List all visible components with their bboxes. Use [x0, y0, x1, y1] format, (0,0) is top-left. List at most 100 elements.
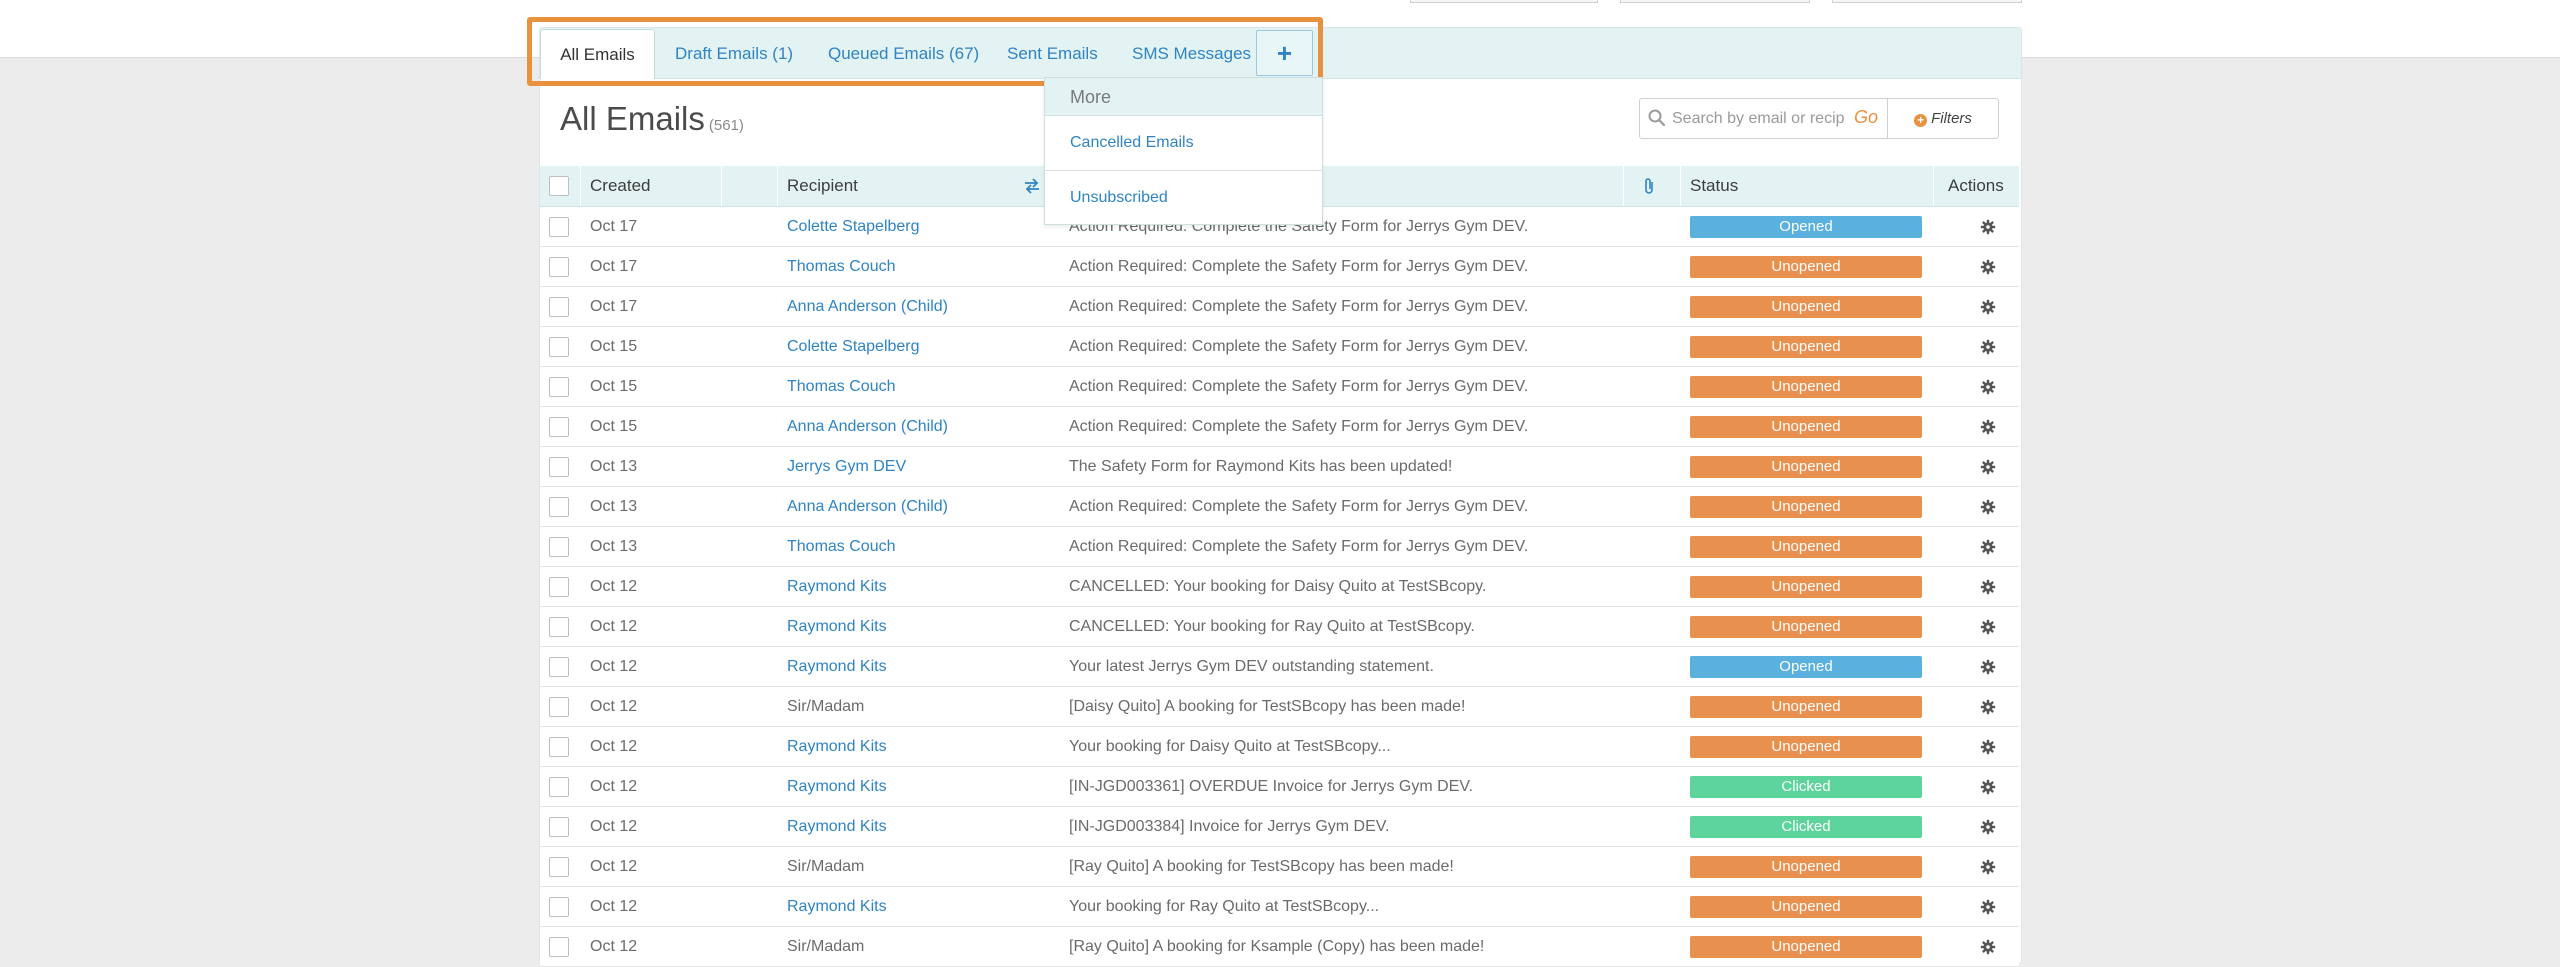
row-checkbox[interactable]	[549, 737, 569, 757]
tab-draft-emails[interactable]: Draft Emails (1)	[675, 29, 793, 76]
row-checkbox[interactable]	[549, 937, 569, 957]
dropdown-header: More	[1045, 78, 1322, 116]
row-recipient[interactable]: Raymond Kits	[787, 767, 887, 807]
table-row[interactable]: Oct 15 Colette Stapelberg Action Required:…	[540, 327, 2019, 367]
row-checkbox[interactable]	[549, 817, 569, 837]
gear-icon[interactable]	[1980, 859, 1996, 875]
row-recipient[interactable]: Jerrys Gym DEV	[787, 447, 906, 487]
row-checkbox[interactable]	[549, 457, 569, 477]
table-row[interactable]: Oct 12 Sir/Madam [Daisy Quito] A booking f…	[540, 687, 2019, 727]
gear-icon[interactable]	[1980, 299, 1996, 315]
row-recipient[interactable]: Raymond Kits	[787, 607, 887, 647]
row-checkbox[interactable]	[549, 257, 569, 277]
row-checkbox[interactable]	[549, 577, 569, 597]
search-input[interactable]	[1672, 107, 1844, 131]
header-actions: Actions	[1948, 176, 2004, 195]
swap-arrows-icon[interactable]	[1023, 177, 1041, 195]
gear-icon[interactable]	[1980, 619, 1996, 635]
table-row[interactable]: Oct 13 Jerrys Gym DEV The Safety Form for …	[540, 447, 2019, 487]
header-recipient[interactable]: Recipient	[787, 166, 858, 206]
table-row[interactable]: Oct 12 Sir/Madam [Ray Quito] A booking for…	[540, 847, 2019, 887]
top-control-2[interactable]	[1620, 0, 1810, 3]
row-recipient[interactable]: Raymond Kits	[787, 727, 887, 767]
row-checkbox[interactable]	[549, 377, 569, 397]
row-recipient[interactable]: Raymond Kits	[787, 647, 887, 687]
gear-icon[interactable]	[1980, 419, 1996, 435]
row-recipient[interactable]: Raymond Kits	[787, 807, 887, 847]
gear-icon[interactable]	[1980, 699, 1996, 715]
select-all-checkbox[interactable]	[549, 176, 569, 196]
gear-icon[interactable]	[1980, 539, 1996, 555]
row-checkbox[interactable]	[549, 617, 569, 637]
row-checkbox[interactable]	[549, 417, 569, 437]
row-checkbox[interactable]	[549, 777, 569, 797]
table-row[interactable]: Oct 13 Thomas Couch Action Required: Compl…	[540, 527, 2019, 567]
row-created-date: Oct 12	[590, 578, 638, 595]
row-recipient[interactable]: Anna Anderson (Child)	[787, 287, 948, 327]
gear-icon[interactable]	[1980, 939, 1996, 955]
row-recipient[interactable]: Anna Anderson (Child)	[787, 407, 948, 447]
gear-icon[interactable]	[1980, 579, 1996, 595]
top-control-3[interactable]	[1832, 0, 2022, 3]
tab-sent-emails[interactable]: Sent Emails	[1007, 29, 1098, 76]
table-row[interactable]: Oct 12 Raymond Kits [IN-JGD003384] Invoice…	[540, 807, 2019, 847]
row-checkbox[interactable]	[549, 537, 569, 557]
table-row[interactable]: Oct 12 Sir/Madam [Ray Quito] A booking for…	[540, 927, 2019, 967]
row-recipient[interactable]: Colette Stapelberg	[787, 207, 920, 247]
gear-icon[interactable]	[1980, 819, 1996, 835]
filters-button[interactable]: + Filters	[1887, 98, 1999, 139]
page-title-text: All Emails	[560, 100, 705, 137]
header-created[interactable]: Created	[590, 166, 650, 206]
table-row[interactable]: Oct 12 Raymond Kits Your booking for Daisy…	[540, 727, 2019, 767]
gear-icon[interactable]	[1980, 739, 1996, 755]
table-row[interactable]: Oct 17 Thomas Couch Action Required: Compl…	[540, 247, 2019, 287]
gear-icon[interactable]	[1980, 219, 1996, 235]
row-checkbox[interactable]	[549, 497, 569, 517]
row-checkbox[interactable]	[549, 337, 569, 357]
gear-icon[interactable]	[1980, 339, 1996, 355]
row-checkbox[interactable]	[549, 657, 569, 677]
search-go-button[interactable]: Go	[1854, 107, 1878, 128]
row-recipient[interactable]: Thomas Couch	[787, 247, 896, 287]
table-row[interactable]: Oct 15 Thomas Couch Action Required: Compl…	[540, 367, 2019, 407]
table-row[interactable]: Oct 12 Raymond Kits Your latest Jerrys Gym…	[540, 647, 2019, 687]
table-row[interactable]: Oct 17 Anna Anderson (Child) Action Requir…	[540, 287, 2019, 327]
row-created-date: Oct 12	[590, 898, 638, 915]
row-recipient[interactable]: Thomas Couch	[787, 527, 896, 567]
row-checkbox[interactable]	[549, 697, 569, 717]
tab-sms-messages[interactable]: SMS Messages	[1132, 29, 1251, 76]
row-checkbox[interactable]	[549, 857, 569, 877]
row-created-date: Oct 12	[590, 698, 638, 715]
row-recipient[interactable]: Anna Anderson (Child)	[787, 487, 948, 527]
row-recipient[interactable]: Thomas Couch	[787, 367, 896, 407]
row-subject: [Ray Quito] A booking for Ksample (Copy)…	[1069, 938, 1485, 955]
dropdown-item-unsubscribed[interactable]: Unsubscribed	[1045, 171, 1322, 225]
row-recipient[interactable]: Raymond Kits	[787, 887, 887, 927]
gear-icon[interactable]	[1980, 779, 1996, 795]
table-row[interactable]: Oct 13 Anna Anderson (Child) Action Requir…	[540, 487, 2019, 527]
tab-queued-emails[interactable]: Queued Emails (67)	[828, 29, 979, 76]
table-row[interactable]: Oct 12 Raymond Kits CANCELLED: Your bookin…	[540, 607, 2019, 647]
header-status[interactable]: Status	[1690, 166, 1738, 206]
gear-icon[interactable]	[1980, 459, 1996, 475]
table-row[interactable]: Oct 12 Raymond Kits CANCELLED: Your bookin…	[540, 567, 2019, 607]
status-badge: Unopened	[1690, 856, 1922, 878]
dropdown-item-cancelled-emails[interactable]: Cancelled Emails	[1045, 116, 1322, 170]
gear-icon[interactable]	[1980, 899, 1996, 915]
row-recipient[interactable]: Colette Stapelberg	[787, 327, 920, 367]
gear-icon[interactable]	[1980, 659, 1996, 675]
table-row[interactable]: Oct 15 Anna Anderson (Child) Action Requir…	[540, 407, 2019, 447]
top-control-1[interactable]	[1410, 0, 1598, 3]
table-row[interactable]: Oct 12 Raymond Kits Your booking for Ray Q…	[540, 887, 2019, 927]
gear-icon[interactable]	[1980, 499, 1996, 515]
table-row[interactable]: Oct 12 Raymond Kits [IN-JGD003361] OVERDUE…	[540, 767, 2019, 807]
gear-icon[interactable]	[1980, 379, 1996, 395]
gear-icon[interactable]	[1980, 259, 1996, 275]
row-checkbox[interactable]	[549, 297, 569, 317]
row-checkbox[interactable]	[549, 217, 569, 237]
tab-more-plus-button[interactable]: +	[1256, 30, 1313, 76]
row-subject: Your latest Jerrys Gym DEV outstanding s…	[1069, 658, 1434, 675]
tab-all-emails[interactable]: All Emails	[540, 29, 655, 79]
row-recipient[interactable]: Raymond Kits	[787, 567, 887, 607]
row-checkbox[interactable]	[549, 897, 569, 917]
